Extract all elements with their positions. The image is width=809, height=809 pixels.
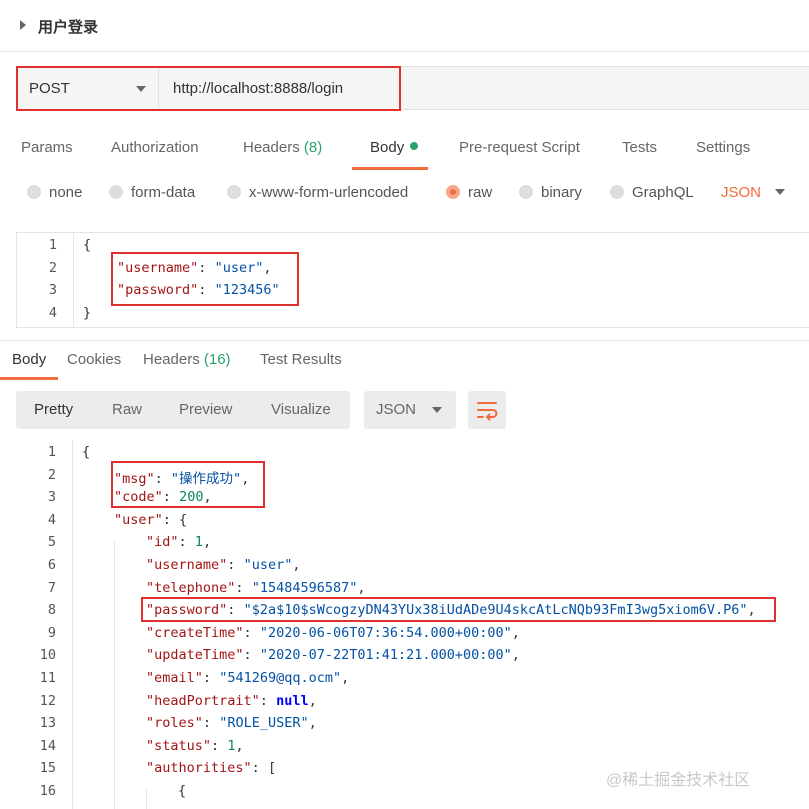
radio-x-www-form-urlencoded[interactable]: x-www-form-urlencoded xyxy=(227,184,408,201)
expand-caret-icon[interactable] xyxy=(20,20,26,30)
code-line: "updateTime": "2020-07-22T01:41:21.000+0… xyxy=(146,647,520,664)
line-number: 1 xyxy=(48,237,57,253)
response-format-select[interactable]: JSON xyxy=(364,391,456,429)
code-line: { xyxy=(83,237,92,253)
active-tab-indicator xyxy=(352,167,428,170)
radio-icon xyxy=(610,185,624,199)
gutter-divider xyxy=(73,233,74,327)
radio-icon xyxy=(109,185,123,199)
tab-response-body[interactable]: Body xyxy=(12,351,46,368)
indent-guide xyxy=(114,541,115,809)
visualize-button[interactable]: Visualize xyxy=(271,401,331,418)
body-type-options: none form-data x-www-form-urlencoded raw… xyxy=(0,180,809,210)
radio-icon xyxy=(519,185,533,199)
request-tabs: Params Authorization Headers (8) Body Pr… xyxy=(0,130,809,170)
tab-response-headers[interactable]: Headers (16) xyxy=(143,351,231,368)
radio-icon xyxy=(227,185,241,199)
line-number: 2 xyxy=(48,259,57,276)
radio-binary[interactable]: binary xyxy=(519,184,582,201)
request-name[interactable]: 用户登录 xyxy=(38,16,98,37)
response-format-label: JSON xyxy=(376,401,417,418)
active-dot-icon xyxy=(410,142,419,150)
highlight-box xyxy=(16,66,401,111)
radio-raw[interactable]: raw xyxy=(446,184,492,201)
preview-button[interactable]: Preview xyxy=(179,401,232,418)
line-number: 6 xyxy=(47,557,56,573)
radio-icon xyxy=(27,185,41,199)
line-number: 4 xyxy=(47,511,56,528)
tab-pre-request-script[interactable]: Pre-request Script xyxy=(459,139,580,156)
code-line: { xyxy=(82,444,91,460)
highlight-box xyxy=(111,461,265,508)
highlight-box xyxy=(141,597,776,622)
wrap-lines-icon xyxy=(477,402,498,421)
chevron-down-icon xyxy=(432,407,442,413)
response-tabs: Body Cookies Headers (16) Test Results xyxy=(0,340,809,380)
code-line: "username": "user", xyxy=(146,557,301,573)
line-number: 15 xyxy=(39,760,56,777)
line-number: 12 xyxy=(39,692,56,709)
tab-authorization[interactable]: Authorization xyxy=(111,139,199,156)
pretty-button[interactable]: Pretty xyxy=(34,401,73,418)
tab-test-results[interactable]: Test Results xyxy=(260,351,342,368)
tab-body[interactable]: Body xyxy=(370,139,419,156)
line-number: 8 xyxy=(47,602,56,619)
line-number: 10 xyxy=(39,647,56,664)
radio-form-data[interactable]: form-data xyxy=(109,184,195,201)
tab-tests[interactable]: Tests xyxy=(622,139,657,156)
body-format-select[interactable]: JSON xyxy=(721,184,786,201)
line-number: 16 xyxy=(39,783,56,799)
radio-graphql[interactable]: GraphQL xyxy=(610,184,694,201)
line-number: 3 xyxy=(48,282,57,299)
line-number: 14 xyxy=(39,737,56,754)
chevron-down-icon xyxy=(775,189,786,195)
line-number: 4 xyxy=(48,304,57,321)
radio-selected-icon xyxy=(446,185,460,199)
watermark: @稀土掘金技术社区 xyxy=(606,772,751,789)
code-line: "email": "541269@qq.ocm", xyxy=(146,670,350,686)
code-line: "user": { xyxy=(114,511,188,528)
tab-cookies[interactable]: Cookies xyxy=(67,351,121,368)
line-number: 11 xyxy=(39,670,56,686)
code-line: "id": 1, xyxy=(146,534,212,551)
tab-settings[interactable]: Settings xyxy=(696,139,750,156)
request-title-bar: 用户登录 xyxy=(0,0,809,52)
radio-none[interactable]: none xyxy=(27,184,82,201)
raw-button[interactable]: Raw xyxy=(112,401,142,418)
line-number: 3 xyxy=(47,489,56,506)
line-number: 2 xyxy=(47,466,56,483)
code-line: { xyxy=(178,783,187,799)
line-number: 13 xyxy=(39,715,56,732)
view-mode-bar: Pretty Raw Preview Visualize xyxy=(16,391,350,429)
code-line: "authorities": [ xyxy=(146,760,277,777)
tab-headers[interactable]: Headers (8) xyxy=(243,139,322,156)
code-line: "createTime": "2020-06-06T07:36:54.000+0… xyxy=(146,624,520,641)
line-number: 1 xyxy=(47,444,56,460)
wrap-lines-button[interactable] xyxy=(468,391,506,429)
line-number: 5 xyxy=(47,534,56,551)
highlight-box xyxy=(111,252,299,306)
code-line: "status": 1, xyxy=(146,737,244,754)
line-number: 7 xyxy=(47,579,56,596)
code-line: } xyxy=(83,304,92,321)
active-tab-indicator xyxy=(0,377,58,380)
line-number: 9 xyxy=(47,624,56,641)
code-line: "roles": "ROLE_USER", xyxy=(146,715,317,732)
code-line: "headPortrait": null, xyxy=(146,692,317,709)
gutter-divider xyxy=(72,440,73,809)
tab-params[interactable]: Params xyxy=(21,139,73,156)
indent-guide xyxy=(146,789,147,809)
